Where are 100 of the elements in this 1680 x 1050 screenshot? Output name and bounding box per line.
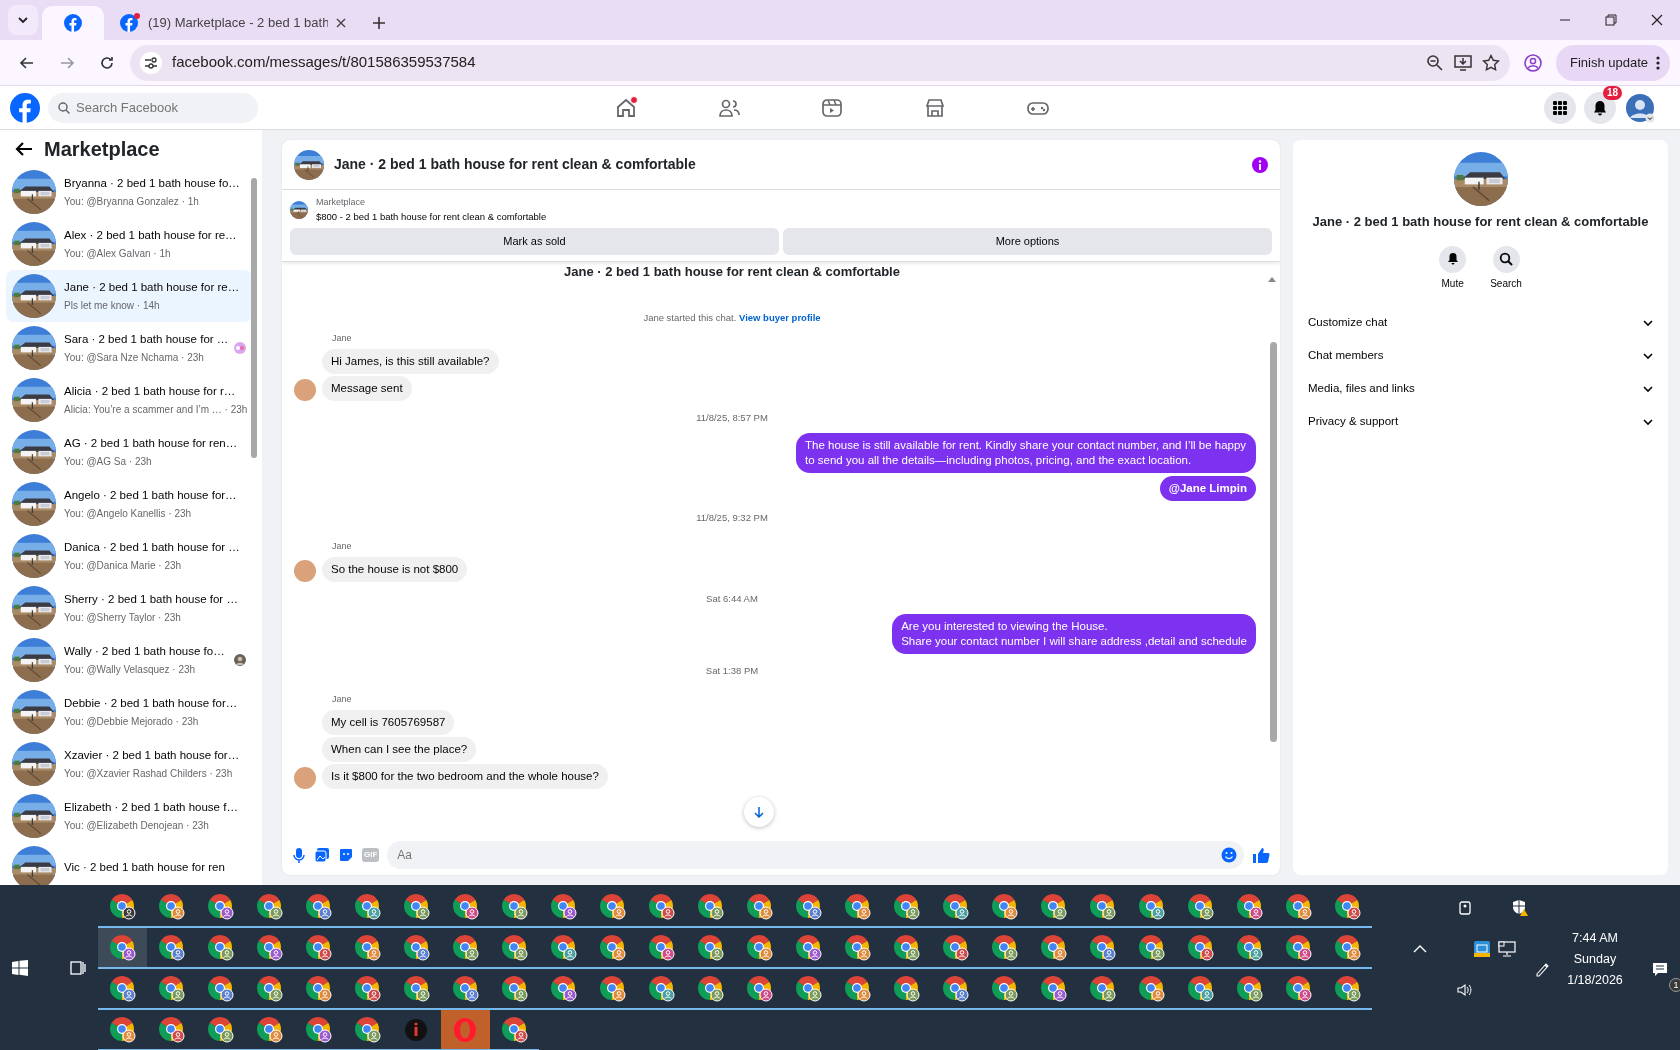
browser-icon [843, 893, 871, 920]
message-bubble: Hi James, is this still available? [322, 349, 499, 374]
sticker-icon [234, 342, 246, 354]
buyer-profile-link[interactable]: View buyer profile [738, 312, 821, 324]
camera-icon[interactable] [1457, 899, 1473, 916]
section-header[interactable]: Media, files and links [1305, 372, 1656, 406]
account-button[interactable] [1624, 91, 1656, 124]
scroll-down-button[interactable] [744, 797, 774, 827]
conversation-item[interactable]: Angelo · 2 bed 1 bath house for… You: @Angelo Kanellis · 23h [6, 478, 252, 530]
zoom-out-icon[interactable] [1425, 53, 1444, 72]
conversation-item[interactable]: Alex · 2 bed 1 bath house for re… You: @Alex Galvan · 1h [6, 218, 252, 270]
chevron-up-icon[interactable] [1413, 943, 1427, 954]
close-icon[interactable] [1651, 14, 1663, 26]
pen-icon[interactable] [1534, 961, 1550, 977]
conversation-item[interactable]: Xzavier · 2 bed 1 bath house for… You: @Xzavier Rashad Childers · 23h [6, 738, 252, 790]
seen-avatar-icon [234, 654, 246, 666]
sticker-icon[interactable] [338, 847, 354, 863]
browser-icon [500, 893, 528, 920]
clock-time: 7:44 AM [1571, 930, 1619, 947]
conversation-title: Sherry · 2 bed 1 bath house for … [64, 591, 239, 607]
conversation-item[interactable]: Debbie · 2 bed 1 bath house for… You: @Debbie Mejorado · 23h [6, 686, 252, 738]
microphone-icon[interactable] [292, 847, 306, 863]
browser-tab[interactable]: (19) Marketplace - 2 bed 1 bath [108, 6, 358, 40]
volume-icon[interactable] [1457, 981, 1473, 998]
back-arrow-icon [15, 141, 33, 157]
message-field[interactable]: Aa [387, 841, 1244, 869]
thumbs-up-icon[interactable] [1252, 846, 1270, 864]
conversation-item[interactable]: Jane · 2 bed 1 bath house for re… Pls let me know · 14h [6, 270, 252, 322]
close-icon[interactable] [336, 18, 346, 28]
browser-icon [1333, 975, 1361, 1002]
conversation-item[interactable]: Alicia · 2 bed 1 bath house for r… Alicia: You’re a scammer and I’m … · 23h [6, 374, 252, 426]
menu-button[interactable] [1544, 91, 1576, 124]
mention-bubble: @Jane Limpin [1159, 476, 1256, 502]
star-icon[interactable] [1481, 53, 1500, 72]
chevron-down-icon [17, 14, 29, 26]
section-header[interactable]: Customize chat [1305, 306, 1656, 340]
conversation-item[interactable]: Danica · 2 bed 1 bath house for … You: @Danica Marie · 23h [6, 530, 252, 582]
browser-tab[interactable] [42, 6, 104, 40]
scroll-up-icon[interactable] [1268, 275, 1276, 282]
browser-icon [1235, 893, 1263, 920]
restore-icon[interactable] [1605, 14, 1617, 26]
down-arrow-icon [753, 806, 765, 818]
opera-icon [452, 1016, 479, 1043]
shield-warning-icon[interactable] [1511, 898, 1529, 917]
message-bubble: When can I see the place? [322, 737, 477, 762]
address-bar[interactable]: facebook.com/messages/t/801586359537584 [130, 44, 1510, 81]
install-app-icon[interactable] [1453, 53, 1472, 72]
more-icon [1656, 55, 1660, 70]
conversation-item[interactable]: AG · 2 bed 1 bath house for ren… You: @AG Sa · 23h [6, 426, 252, 478]
scrollbar-thumb[interactable] [251, 178, 257, 458]
scrollbar-thumb[interactable] [1270, 341, 1277, 742]
tab-list-button[interactable] [8, 5, 38, 35]
conversation-item[interactable]: Wally · 2 bed 1 bath house fo… You: @Wally Velasquez · 23h [6, 634, 252, 686]
conversation-item[interactable]: Sherry · 2 bed 1 bath house for … You: @Sherry Taylor · 23h [6, 582, 252, 634]
browser-icon [353, 1016, 381, 1043]
site-settings-icon[interactable] [140, 51, 162, 74]
conversation-snippet: You: @Sara Nze Nchama · 23h [64, 351, 205, 366]
conversation-item[interactable]: Elizabeth · 2 bed 1 bath house f… You: @Elizabeth Denojean · 23h [6, 790, 252, 842]
browser-icon [500, 934, 528, 961]
search-field[interactable]: Search Facebook [48, 92, 258, 123]
conversation-item[interactable]: Bryanna · 2 bed 1 bath house fo… You: @Bryanna Gonzalez · 1h [6, 166, 252, 218]
conversation-snippet: You: @Danica Marie · 23h [64, 559, 183, 574]
sender-avatar [294, 560, 316, 582]
browser-icon [549, 893, 577, 920]
section-header[interactable]: Chat members [1305, 339, 1656, 373]
emoji-icon[interactable] [1221, 847, 1237, 863]
search-icon [58, 101, 70, 114]
conversation-snippet: You: @Sherry Taylor · 23h [64, 611, 182, 626]
message-timestamp: Sat 1:38 PM [705, 664, 759, 679]
app-icon[interactable] [1474, 940, 1490, 957]
conversation-snippet: You: @Alex Galvan · 1h [64, 247, 172, 262]
listing-action-button[interactable]: More options [783, 227, 1272, 255]
message-bubble: The house is still available for rent. Kindly share your contact number, and I’ll be happy to send you all the details—including photos, pricing, and the exact location. [796, 433, 1256, 474]
section-header[interactable]: Privacy & support [1305, 405, 1656, 439]
update-button[interactable]: Finish update [1555, 44, 1670, 81]
conversation-title: Xzavier · 2 bed 1 bath house for… [64, 747, 241, 763]
conversation-title: Danica · 2 bed 1 bath house for … [64, 539, 241, 555]
browser-icon [451, 893, 479, 920]
conversation-item[interactable]: Sara · 2 bed 1 bath house for … You: @Sara Nze Nchama · 23h [6, 322, 252, 374]
network-icon[interactable] [1498, 940, 1516, 957]
listing-label: Marketplace [316, 196, 367, 209]
search-icon [1498, 251, 1514, 267]
clock-date: 1/18/2026 [1567, 972, 1623, 989]
conversation-snippet: Alicia: You’re a scammer and I’m … · 23h [64, 403, 246, 418]
browser-icon [451, 934, 479, 961]
browser-icon [1235, 934, 1263, 961]
clock-button[interactable]: 7:44 AM Sunday 1/18/2026 [1567, 928, 1623, 991]
taskbar-button[interactable] [97, 928, 147, 969]
listing-action-button[interactable]: Mark as sold [290, 227, 779, 255]
browser-icon [1039, 975, 1067, 1002]
info-icon[interactable] [1252, 156, 1268, 173]
facebook-logo-icon [64, 14, 82, 32]
photo-icon[interactable] [314, 847, 330, 863]
browser-icon [598, 934, 626, 961]
conversation-snippet: Pls let me know · 14h [64, 299, 161, 314]
browser-icon [402, 975, 430, 1002]
reload-icon [99, 54, 115, 71]
browser-icon [255, 934, 283, 961]
conversation-snippet: You: @Angelo Kanellis · 23h [64, 507, 193, 522]
conversation-title: Alex · 2 bed 1 bath house for re… [64, 227, 238, 243]
